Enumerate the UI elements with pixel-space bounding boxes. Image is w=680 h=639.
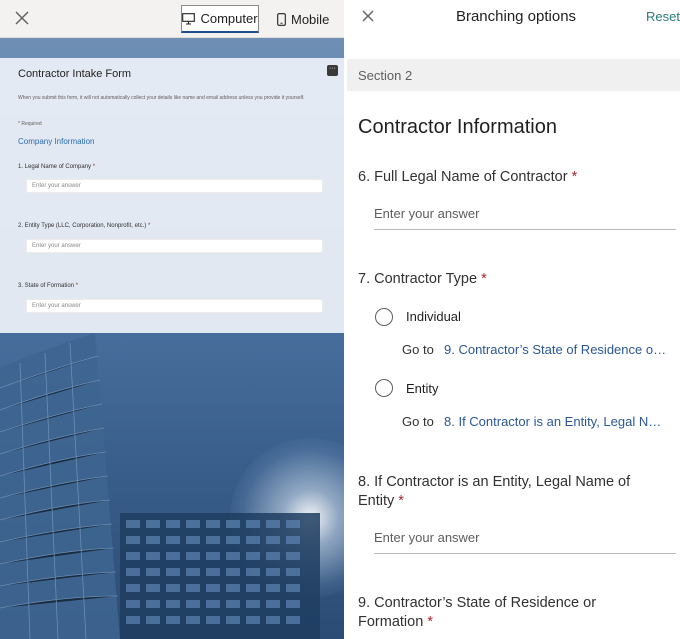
panel-title: Branching options	[455, 8, 577, 25]
question-label: 3. State of Formation	[18, 283, 75, 289]
question-7: 7. Contractor Type *	[358, 270, 658, 289]
answer-input-q6[interactable]: Enter your answer	[374, 202, 676, 230]
question-6: 6. Full Legal Name of Contractor *	[358, 168, 658, 187]
form-privacy-note: When you submit this form, it will not a…	[18, 95, 305, 101]
monitor-icon	[182, 12, 196, 25]
answer-input-q8[interactable]: Enter your answer	[374, 526, 676, 554]
question-label: 1. Legal Name of Company	[18, 164, 92, 170]
goto-label: Go to	[402, 342, 434, 357]
form-question-1: 1. Legal Name of Company *	[18, 164, 95, 170]
radio-individual[interactable]	[375, 308, 393, 326]
question-8: 8. If Contractor is an Entity, Legal Nam…	[358, 473, 648, 511]
computer-view-button[interactable]: Computer	[181, 5, 259, 33]
radio-entity[interactable]	[375, 379, 393, 397]
option-label-individual: Individual	[406, 309, 461, 324]
section-label: Section 2	[358, 68, 413, 83]
question-label: 7. Contractor Type	[358, 271, 478, 287]
goto-target-entity[interactable]: 8. If Contractor is an Entity, Legal Nam…	[444, 414, 668, 429]
branching-options-panel: Branching options Reset Section 2 Contra…	[346, 0, 680, 639]
required-star: *	[92, 164, 96, 170]
close-preview-icon[interactable]	[13, 9, 31, 27]
form-section-title: Company Information	[18, 137, 95, 146]
form-answer-input-2[interactable]: Enter your answer	[26, 239, 323, 253]
ellipsis-icon[interactable]: ···	[327, 65, 338, 76]
required-star: *	[398, 493, 404, 509]
section-heading: Contractor Information	[358, 116, 557, 138]
question-label: 2. Entity Type (LLC, Corporation, Nonpro…	[18, 223, 147, 229]
form-title: Contractor Intake Form	[18, 68, 132, 80]
required-star: *	[75, 283, 79, 289]
mobile-view-button[interactable]: Mobile	[273, 5, 333, 33]
option-label-entity: Entity	[406, 381, 439, 396]
form-answer-input-3[interactable]: Enter your answer	[26, 299, 323, 313]
phone-icon	[277, 12, 286, 26]
reset-button[interactable]: Reset	[646, 9, 680, 24]
goto-label: Go to	[402, 414, 434, 429]
question-label: 9. Contractor’s State of Residence or Fo…	[358, 595, 597, 630]
goto-target-individual[interactable]: 9. Contractor’s State of Residence or Fo…	[444, 342, 668, 357]
form-preview-pane: Computer Mobile ··· Contractor Intake Fo…	[0, 0, 344, 639]
form-question-3: 3. State of Formation *	[18, 283, 78, 289]
mobile-view-label: Mobile	[291, 11, 330, 27]
required-star: *	[147, 223, 151, 229]
required-star: *	[427, 614, 433, 630]
question-9: 9. Contractor’s State of Residence or Fo…	[358, 594, 608, 632]
computer-view-label: Computer	[200, 11, 258, 26]
required-star: *	[571, 169, 578, 185]
question-label: 6. Full Legal Name of Contractor	[358, 169, 568, 185]
section-header: Section 2	[347, 59, 680, 91]
required-note: * Required	[18, 121, 42, 127]
required-star: *	[481, 271, 487, 287]
form-answer-input-1[interactable]: Enter your answer	[26, 179, 323, 193]
preview-toolbar: Computer Mobile	[0, 0, 344, 38]
form-question-2: 2. Entity Type (LLC, Corporation, Nonpro…	[18, 223, 150, 229]
form-card: ··· Contractor Intake Form When you subm…	[0, 58, 344, 333]
